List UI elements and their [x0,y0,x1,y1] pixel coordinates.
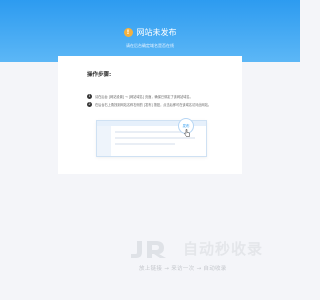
steps-title: 操作步骤: [87,72,112,78]
warning-icon: ! [123,28,133,37]
step-item-1: 1 请在后台 [网站设置] → [网站域名] 页面，确保已绑定了该网站域名。 [87,94,193,99]
screenshot-row [115,143,175,145]
step-item-2: 2 在后台右上角找到网站名称右侧的 [发布] 按钮，点击后即可在该域名访问此网站… [87,102,211,107]
banner-subtitle: 请在后台确定域名是否在线 [126,43,174,48]
banner-heading: ! 网站未发布 [0,27,300,38]
screenshot-sidebar [97,126,111,156]
step-text: 在后台右上角找到网站名称右侧的 [发布] 按钮，点击后即可在该域名访问此网站。 [95,103,212,107]
screenshot-row [115,131,185,133]
step-number: 2 [87,102,92,107]
banner-title: 网站未发布 [136,28,177,37]
screenshot-row [115,137,195,139]
hand-pointer-icon [184,129,190,137]
step-number: 1 [87,94,92,99]
jr-logo-icon [131,241,166,258]
watermark-title: 自动秒收录 [183,240,264,258]
step-text: 请在后台 [网站设置] → [网站域名] 页面，确保已绑定了该网站域名。 [95,95,193,99]
watermark-slogan: 放上链接 → 来访一次 → 自动收录 [139,266,227,272]
